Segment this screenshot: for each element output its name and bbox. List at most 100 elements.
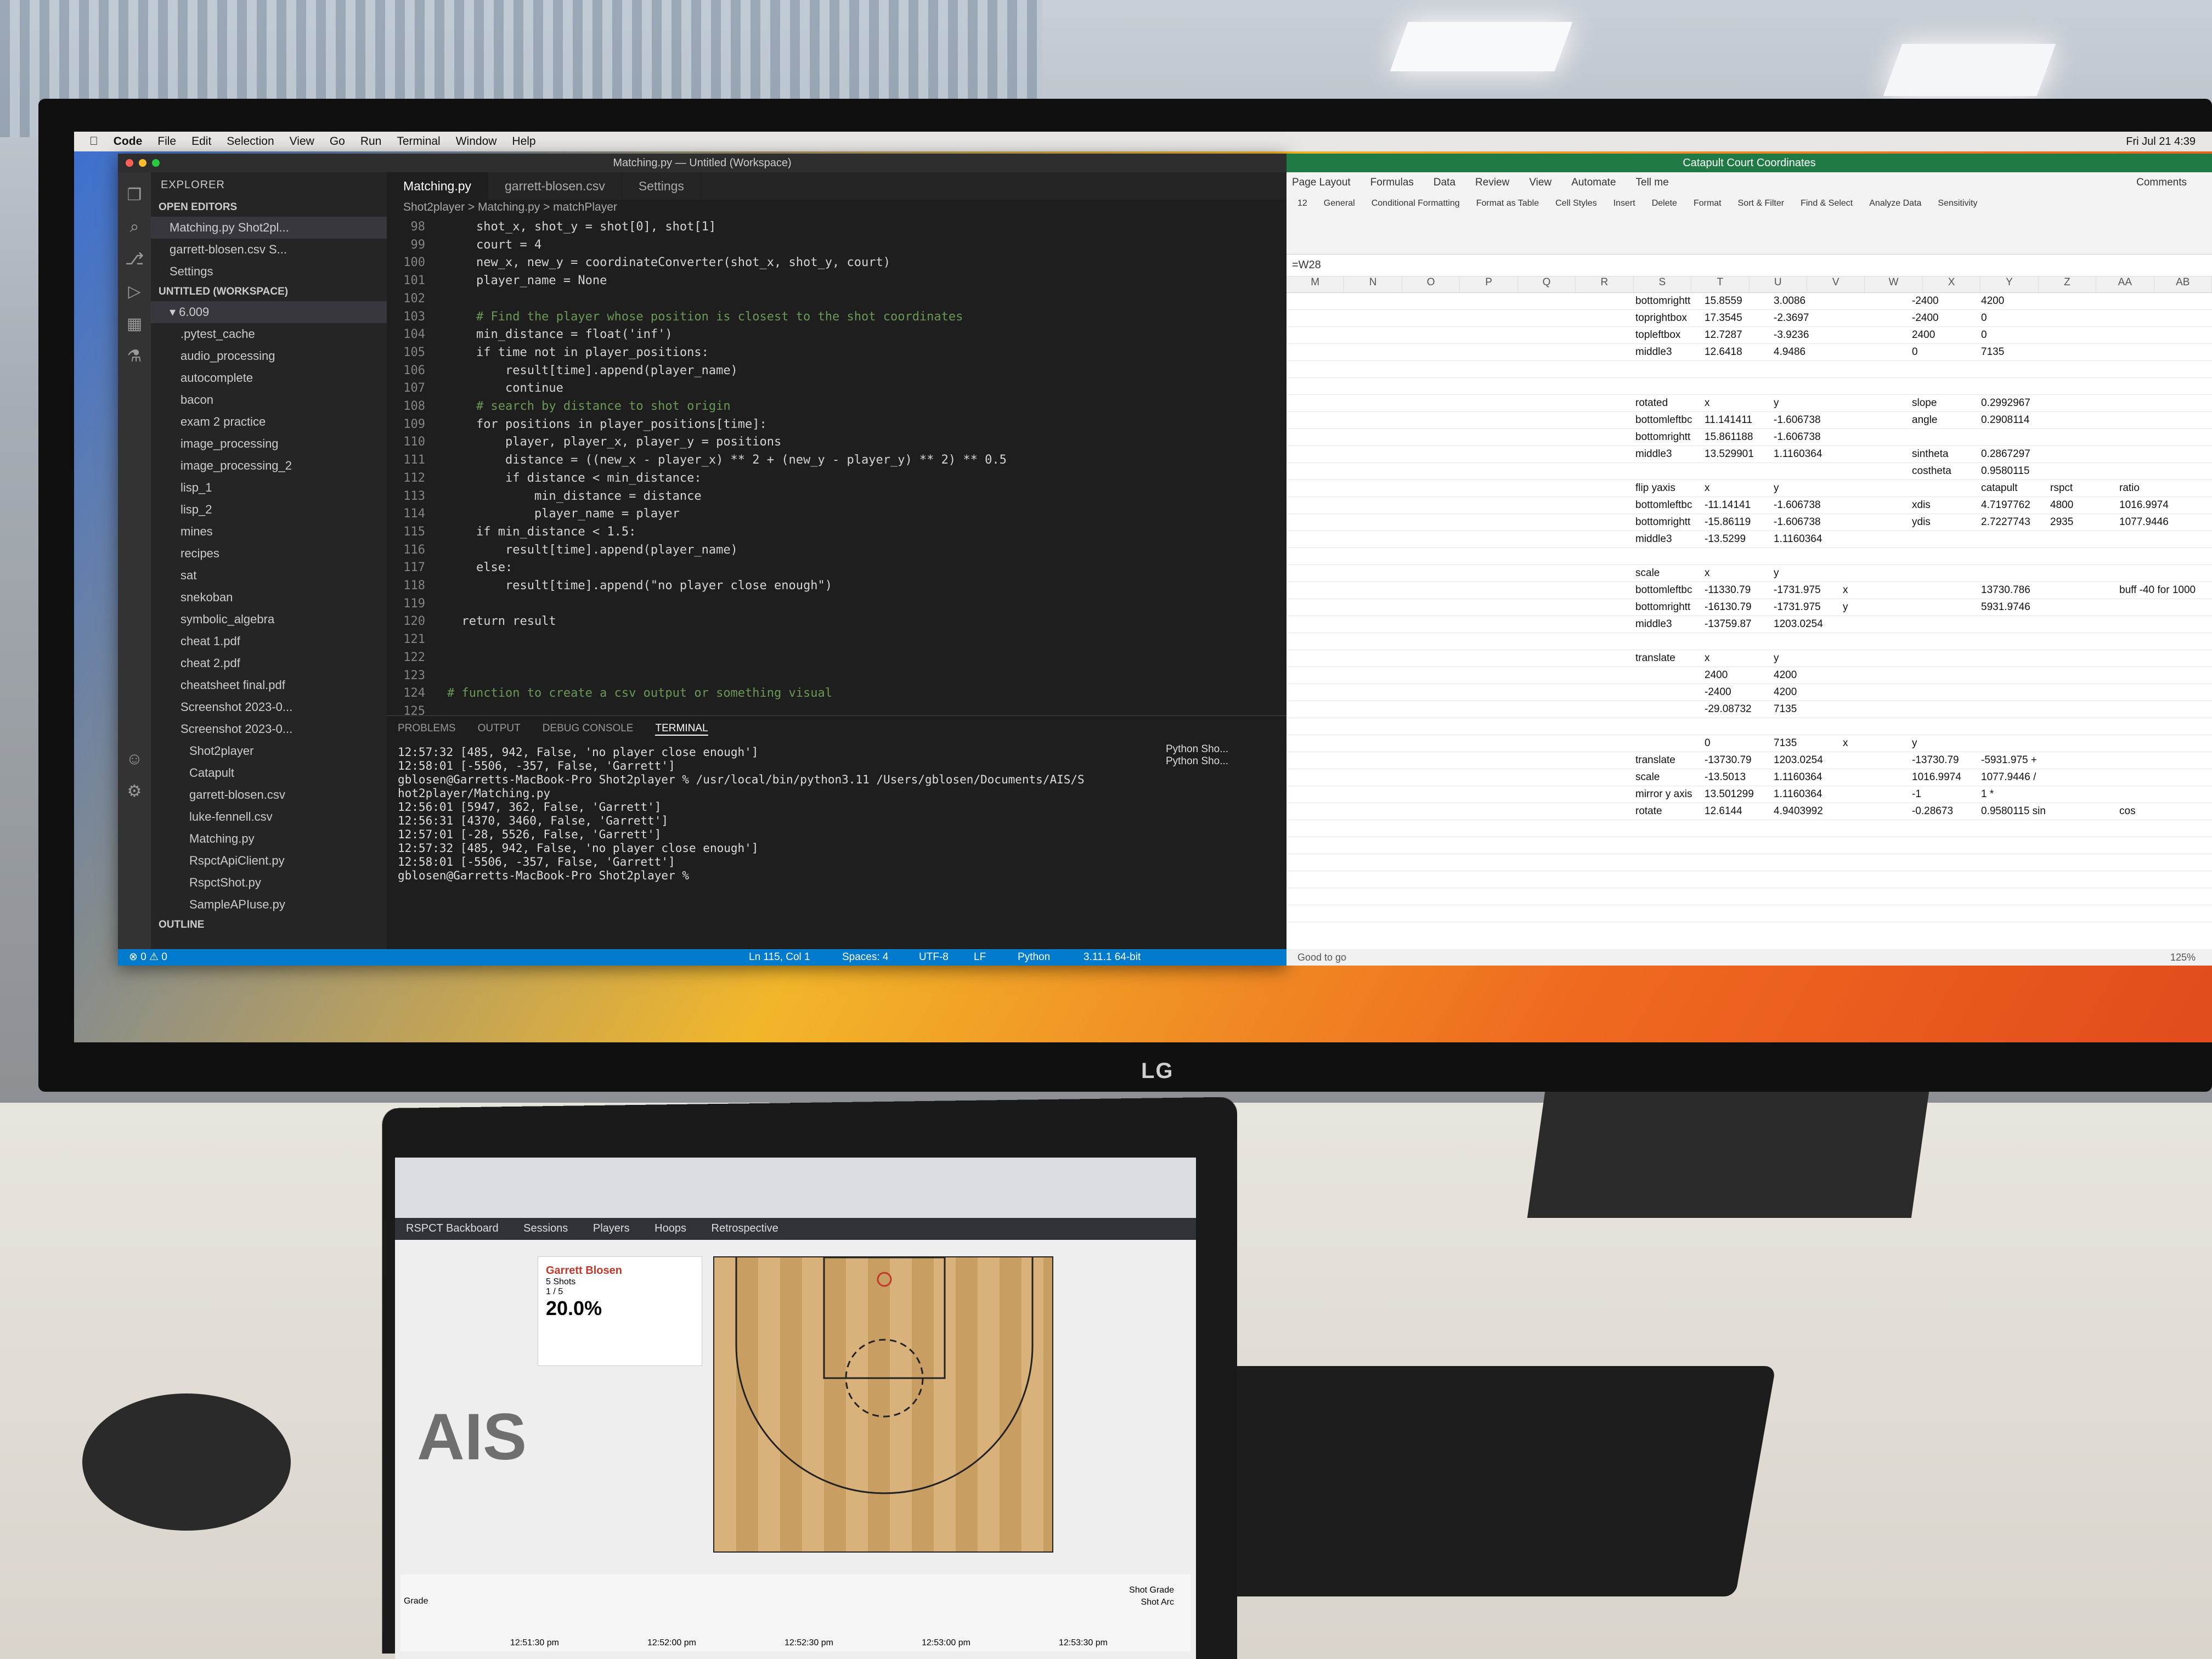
gear-icon[interactable]: ⚙ xyxy=(118,782,151,801)
folder-root[interactable]: ▾ 6.009 xyxy=(151,301,387,323)
spreadsheet-cell[interactable]: 2935 xyxy=(2050,516,2073,528)
spreadsheet-cell[interactable]: -2400 xyxy=(1912,312,1939,324)
spreadsheet-cell[interactable]: translate xyxy=(1635,652,1675,664)
spreadsheet-cell[interactable]: -0.28673 xyxy=(1912,805,1953,817)
spreadsheet-cell[interactable]: 1016.9974 xyxy=(1912,771,1961,783)
file-tree-item[interactable]: exam 2 practice xyxy=(151,411,387,433)
spreadsheet-cell[interactable]: translate xyxy=(1635,754,1675,766)
spreadsheet-cell[interactable]: bottomrightt xyxy=(1635,516,1690,528)
spreadsheet-cell[interactable]: -2400 xyxy=(1912,295,1939,307)
column-header[interactable]: P xyxy=(1460,276,1518,292)
run-debug-icon[interactable]: ▷ xyxy=(118,282,151,301)
spreadsheet-cell[interactable]: 0 xyxy=(1705,737,1711,749)
spreadsheet-cell[interactable]: buff -40 for 1000 xyxy=(2119,584,2196,596)
code-editor[interactable]: 98 shot_x, shot_y = shot[0], shot[1] 99 c… xyxy=(387,218,1243,738)
comments-button[interactable]: Comments xyxy=(2136,177,2187,189)
spreadsheet-cell[interactable]: 0.2867297 xyxy=(1981,448,2030,460)
file-tree-item[interactable]: luke-fennell.csv xyxy=(151,806,387,828)
cursor-position[interactable]: Ln 115, Col 1 xyxy=(749,949,810,966)
ribbon-tab[interactable]: Data xyxy=(1434,177,1455,189)
spreadsheet-cell[interactable]: 1203.0254 xyxy=(1774,618,1823,630)
spreadsheet-cell[interactable]: x xyxy=(1705,482,1710,494)
nav-players[interactable]: Players xyxy=(593,1222,630,1234)
ribbon-button[interactable]: Insert xyxy=(1613,199,1635,208)
zoom-window-icon[interactable] xyxy=(152,159,160,167)
file-tree-item[interactable]: garrett-blosen.csv xyxy=(151,784,387,806)
spreadsheet-cell[interactable]: 4.9486 xyxy=(1774,346,1805,358)
spreadsheet-cell[interactable]: x xyxy=(1705,652,1710,664)
ribbon-tab[interactable]: Review xyxy=(1475,177,1509,189)
ribbon-tab[interactable]: View xyxy=(1529,177,1551,189)
file-tree-item[interactable]: cheat 2.pdf xyxy=(151,652,387,674)
spreadsheet-cell[interactable]: -13.5299 xyxy=(1705,533,1746,545)
ribbon-button[interactable]: Sensitivity xyxy=(1938,199,1977,208)
ribbon-button[interactable]: Format as Table xyxy=(1476,199,1539,208)
spreadsheet-cell[interactable]: toprightbox xyxy=(1635,312,1687,324)
spreadsheet-cell[interactable]: middle3 xyxy=(1635,533,1672,545)
column-header[interactable]: O xyxy=(1402,276,1460,292)
number-format-select[interactable]: General xyxy=(1324,199,1355,208)
column-header[interactable]: U xyxy=(1750,276,1807,292)
account-icon[interactable]: ☺ xyxy=(118,750,151,769)
spreadsheet-cell[interactable]: sintheta xyxy=(1912,448,1949,460)
ribbon-button[interactable]: Delete xyxy=(1652,199,1677,208)
basketball-court[interactable] xyxy=(713,1256,1053,1553)
spreadsheet-cell[interactable]: 15.8559 xyxy=(1705,295,1742,307)
menu-selection[interactable]: Selection xyxy=(227,135,274,148)
spreadsheet-cell[interactable]: 13.501299 xyxy=(1705,788,1754,800)
minimize-window-icon[interactable] xyxy=(139,159,146,167)
spreadsheet-cell[interactable]: x xyxy=(1705,397,1710,409)
spreadsheet-cell[interactable]: bottomleftbc xyxy=(1635,414,1692,426)
spreadsheet-cell[interactable]: 13.529901 xyxy=(1705,448,1754,460)
tab-terminal[interactable]: TERMINAL xyxy=(655,723,708,736)
ribbon-button[interactable]: Cell Styles xyxy=(1555,199,1597,208)
spreadsheet-cell[interactable]: -13730.79 xyxy=(1912,754,1959,766)
spreadsheet-cell[interactable]: flip yaxis xyxy=(1635,482,1675,494)
spreadsheet-cell[interactable]: 13730.786 xyxy=(1981,584,2030,596)
file-tree-item[interactable]: cheat 1.pdf xyxy=(151,630,387,652)
nav-retrospective[interactable]: Retrospective xyxy=(712,1222,778,1234)
column-header[interactable]: N xyxy=(1344,276,1402,292)
spreadsheet-cell[interactable]: rspct xyxy=(2050,482,2073,494)
spreadsheet-cell[interactable]: 4.7197762 xyxy=(1981,499,2030,511)
file-tree-item[interactable]: Matching.py xyxy=(151,828,387,850)
menu-terminal[interactable]: Terminal xyxy=(397,135,440,148)
open-editor-item[interactable]: garrett-blosen.csv S... xyxy=(151,239,387,261)
spreadsheet-cell[interactable]: rotate xyxy=(1635,805,1662,817)
spreadsheet-cell[interactable]: bottomleftbc xyxy=(1635,499,1692,511)
formula-bar[interactable]: =W28 xyxy=(1286,255,2212,276)
spreadsheet-cell[interactable]: 11.141411 xyxy=(1705,414,1752,426)
spreadsheet-cell[interactable]: catapult xyxy=(1981,482,2018,494)
file-tree-item[interactable]: audio_processing xyxy=(151,345,387,367)
file-tree-item[interactable]: Screenshot 2023-0... xyxy=(151,696,387,718)
spreadsheet-cell[interactable]: 1077.9446 / xyxy=(1981,771,2036,783)
spreadsheet-cell[interactable]: 7135 xyxy=(1981,346,2004,358)
column-header[interactable]: Y xyxy=(1980,276,2039,292)
column-header[interactable]: R xyxy=(1576,276,1634,292)
spreadsheet-cell[interactable]: y xyxy=(1843,601,1848,613)
column-header[interactable]: Q xyxy=(1518,276,1576,292)
spreadsheet-cell[interactable]: 4800 xyxy=(2050,499,2073,511)
problems-count[interactable]: ⊗ 0 ⚠ 0 xyxy=(129,951,167,963)
player-card[interactable]: Garrett Blosen 5 Shots 1 / 5 20.0% xyxy=(538,1256,702,1366)
spreadsheet-cell[interactable]: 1.1160364 xyxy=(1774,788,1822,800)
extensions-icon[interactable]: ▦ xyxy=(118,314,151,334)
file-tree-item[interactable]: autocomplete xyxy=(151,367,387,389)
spreadsheet-cell[interactable]: cos xyxy=(2119,805,2136,817)
ribbon-tab[interactable]: Automate xyxy=(1571,177,1616,189)
spreadsheet-cell[interactable]: bottomrightt xyxy=(1635,601,1690,613)
spreadsheet-cell[interactable]: y xyxy=(1912,737,1917,749)
spreadsheet-cell[interactable]: 1.1160364 xyxy=(1774,533,1822,545)
spreadsheet-cell[interactable]: 7135 xyxy=(1774,703,1797,715)
tab-problems[interactable]: PROBLEMS xyxy=(398,723,456,736)
spreadsheet-cell[interactable]: -15.86119 xyxy=(1705,516,1751,528)
spreadsheet-cell[interactable]: -11330.79 xyxy=(1705,584,1751,596)
tab-settings[interactable]: Settings xyxy=(622,172,701,200)
spreadsheet-cell[interactable]: 2400 xyxy=(1705,669,1728,681)
spreadsheet-cell[interactable]: 4200 xyxy=(1981,295,2004,307)
column-header[interactable]: AB xyxy=(2154,276,2212,292)
column-header[interactable]: W xyxy=(1865,276,1923,292)
brand[interactable]: RSPCT Backboard xyxy=(406,1222,499,1234)
file-tree-item[interactable]: lisp_1 xyxy=(151,477,387,499)
spreadsheet-cell[interactable]: -1.606738 xyxy=(1774,499,1821,511)
